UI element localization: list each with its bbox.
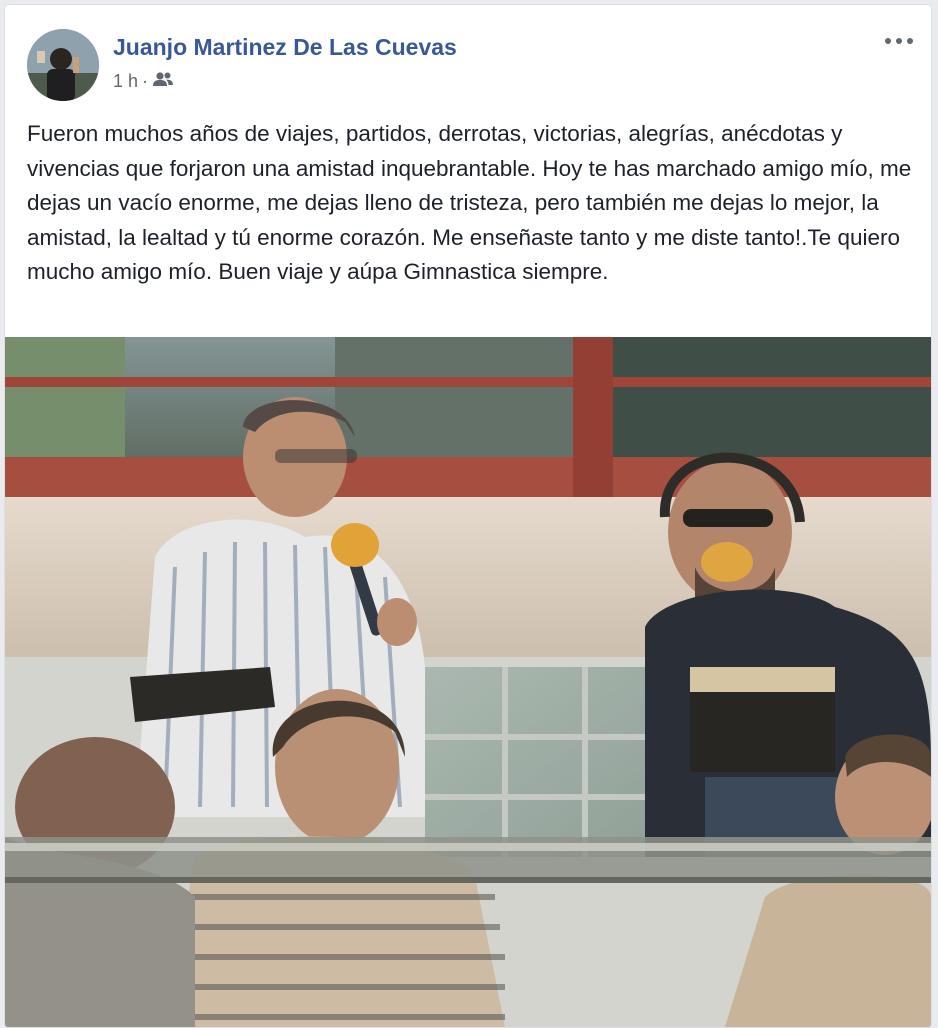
author-avatar[interactable] — [27, 29, 99, 101]
post-card: Juanjo Martinez De Las Cuevas 1 h · Fuer… — [4, 4, 932, 1028]
more-options-icon[interactable] — [881, 29, 917, 53]
post-photo[interactable] — [5, 337, 931, 1027]
avatar-image — [27, 29, 99, 101]
author-name-link[interactable]: Juanjo Martinez De Las Cuevas — [113, 34, 457, 61]
post-photo-image — [5, 337, 931, 1027]
meta-separator: · — [142, 71, 149, 91]
post-body-text: Fueron muchos años de viajes, partidos, … — [27, 121, 912, 284]
friends-icon[interactable] — [152, 71, 174, 92]
post-timestamp[interactable]: 1 h — [113, 71, 138, 92]
post-meta: 1 h · — [113, 71, 174, 92]
